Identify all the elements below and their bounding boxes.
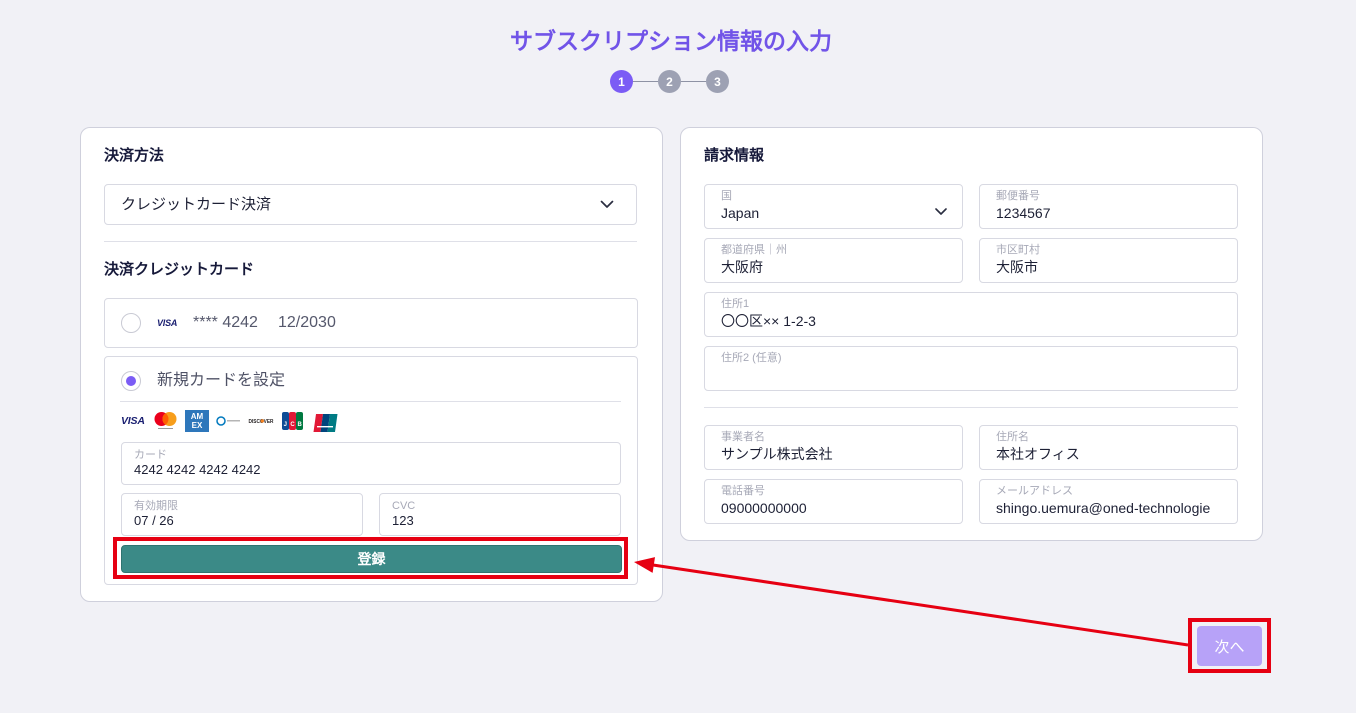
payment-card: 決済方法 クレジットカード決済 決済クレジットカード VISA **** 424… bbox=[80, 127, 663, 602]
company-input[interactable] bbox=[721, 445, 946, 463]
postal-code-field[interactable]: 郵便番号 bbox=[979, 184, 1238, 229]
prefecture-field[interactable]: 都道府県｜州 bbox=[704, 238, 963, 283]
amex-logo: AM EX bbox=[185, 410, 209, 432]
divider bbox=[704, 407, 1238, 408]
saved-card-radio[interactable] bbox=[121, 313, 141, 333]
address1-input[interactable] bbox=[721, 312, 1221, 330]
jcb-logo-letter: C bbox=[289, 412, 296, 430]
prefecture-label: 都道府県｜州 bbox=[721, 244, 787, 256]
saved-card-number: **** 4242 bbox=[193, 314, 258, 331]
email-input[interactable] bbox=[996, 499, 1221, 517]
visa-logo: VISA bbox=[121, 410, 145, 432]
address2-label: 住所2 (任意) bbox=[721, 352, 782, 364]
new-card-radio[interactable] bbox=[121, 371, 141, 391]
address-name-label: 住所名 bbox=[996, 431, 1029, 443]
address2-input[interactable] bbox=[721, 366, 1221, 384]
city-label: 市区町村 bbox=[996, 244, 1040, 256]
step-1: 1 bbox=[610, 70, 633, 93]
subscription-page: サブスクリプション情報の入力 1 2 3 決済方法 クレジットカード決済 決済ク… bbox=[0, 0, 1356, 713]
email-field[interactable]: メールアドレス bbox=[979, 479, 1238, 524]
prefecture-input[interactable] bbox=[721, 258, 946, 276]
step-connector bbox=[681, 81, 706, 82]
postal-code-label: 郵便番号 bbox=[996, 190, 1040, 202]
email-label: メールアドレス bbox=[996, 485, 1073, 497]
expiry-field[interactable]: 有効期限 bbox=[121, 493, 363, 536]
new-card-option: 新規カードを設定 VISA AM EX J C B カード 4242 4242 … bbox=[104, 356, 638, 585]
page-title: サブスクリプション情報の入力 bbox=[510, 28, 832, 54]
jcb-logo-letter: B bbox=[296, 412, 304, 430]
company-label: 事業者名 bbox=[721, 431, 765, 443]
saved-card-expiry: 12/2030 bbox=[278, 314, 336, 331]
chevron-down-icon[interactable] bbox=[600, 200, 614, 209]
address2-field[interactable]: 住所2 (任意) bbox=[704, 346, 1238, 391]
cvc-field[interactable]: CVC bbox=[379, 493, 621, 536]
city-input[interactable] bbox=[996, 258, 1221, 276]
diners-club-logo bbox=[216, 416, 240, 426]
country-select[interactable]: 国 Japan bbox=[704, 184, 963, 229]
card-number-field[interactable]: カード bbox=[121, 442, 621, 485]
address1-label: 住所1 bbox=[721, 298, 750, 310]
address-name-input[interactable] bbox=[996, 445, 1221, 463]
card-number-input[interactable] bbox=[134, 461, 608, 479]
discover-logo: DISCOVER bbox=[249, 419, 274, 425]
jcb-logo: J C B bbox=[282, 412, 304, 430]
payment-method-heading: 決済方法 bbox=[104, 147, 165, 164]
cvc-label: CVC bbox=[392, 500, 416, 512]
unionpay-logo bbox=[313, 414, 338, 432]
divider bbox=[120, 401, 621, 402]
next-button[interactable]: 次へ bbox=[1197, 626, 1262, 666]
mastercard-logo bbox=[154, 412, 177, 429]
country-value[interactable]: Japan bbox=[721, 204, 759, 222]
stepper: 1 2 3 bbox=[610, 70, 729, 93]
postal-code-input[interactable] bbox=[996, 204, 1221, 222]
address-name-field[interactable]: 住所名 bbox=[979, 425, 1238, 470]
visa-logo: VISA bbox=[157, 318, 178, 328]
payment-card-heading: 決済クレジットカード bbox=[104, 261, 255, 278]
city-field[interactable]: 市区町村 bbox=[979, 238, 1238, 283]
cvc-input[interactable] bbox=[392, 512, 608, 530]
jcb-logo-letter: J bbox=[282, 412, 289, 430]
phone-input[interactable] bbox=[721, 499, 946, 517]
step-connector bbox=[633, 81, 658, 82]
radio-selected-dot bbox=[125, 375, 136, 386]
amex-logo-text: EX bbox=[191, 421, 203, 430]
expiry-label: 有効期限 bbox=[134, 500, 178, 512]
amex-logo-text: AM bbox=[190, 412, 204, 421]
billing-card: 請求情報 国 Japan 郵便番号 都道府県｜州 市区町村 住所1 住所2 (任… bbox=[680, 127, 1263, 541]
company-field[interactable]: 事業者名 bbox=[704, 425, 963, 470]
billing-heading: 請求情報 bbox=[704, 147, 765, 164]
phone-label: 電話番号 bbox=[721, 485, 765, 497]
new-card-label[interactable]: 新規カードを設定 bbox=[157, 371, 285, 391]
country-label: 国 bbox=[721, 190, 732, 202]
payment-method-select[interactable]: クレジットカード決済 bbox=[104, 184, 637, 225]
chevron-down-icon[interactable] bbox=[935, 208, 947, 216]
expiry-input[interactable] bbox=[134, 512, 350, 530]
step-2: 2 bbox=[658, 70, 681, 93]
register-button[interactable]: 登録 bbox=[121, 545, 622, 573]
phone-field[interactable]: 電話番号 bbox=[704, 479, 963, 524]
address1-field[interactable]: 住所1 bbox=[704, 292, 1238, 337]
step-3: 3 bbox=[706, 70, 729, 93]
divider bbox=[104, 241, 637, 242]
payment-method-value[interactable]: クレジットカード決済 bbox=[121, 195, 271, 215]
saved-card-option[interactable]: VISA **** 4242 12/2030 bbox=[104, 298, 638, 348]
visa-logo-text: VISA bbox=[121, 415, 145, 427]
card-number-label: カード bbox=[134, 449, 167, 461]
card-brand-logos: VISA AM EX DISCOVER bbox=[121, 410, 341, 432]
